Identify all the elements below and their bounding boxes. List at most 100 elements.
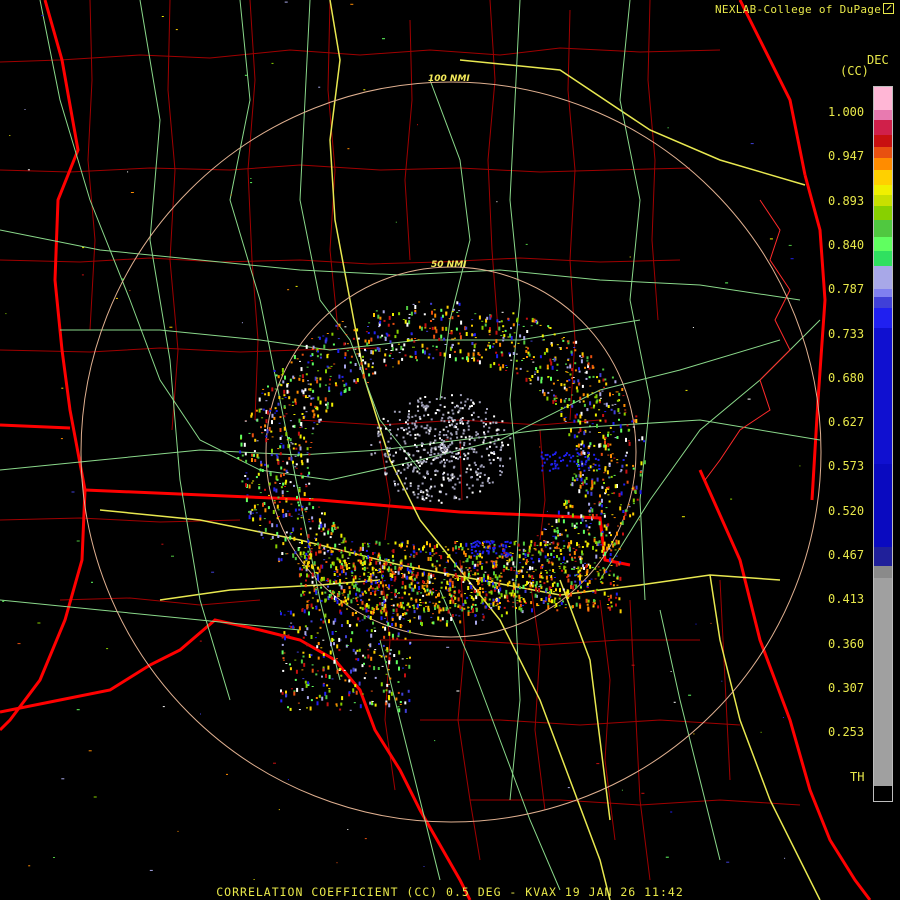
echo-pixel	[489, 445, 491, 448]
echo-pixel	[580, 477, 583, 482]
echo-pixel	[560, 553, 563, 555]
echo-pixel	[313, 413, 316, 417]
echo-pixel	[405, 664, 408, 666]
echo-pixel	[397, 428, 399, 431]
echo-pixel	[300, 517, 303, 519]
echo-pixel	[489, 318, 492, 320]
echo-pixel	[277, 448, 280, 450]
echo-pixel	[445, 571, 448, 573]
echo-pixel	[302, 390, 305, 395]
echo-pixel	[620, 504, 622, 506]
echo-pixel	[332, 581, 335, 583]
echo-pixel	[600, 532, 603, 537]
echo-pixel	[607, 595, 610, 597]
echo-pixel	[244, 475, 247, 477]
echo-pixel	[540, 451, 543, 454]
echo-pixel	[574, 580, 577, 583]
echo-pixel	[564, 398, 567, 400]
echo-pixel	[268, 494, 270, 496]
echo-pixel	[344, 546, 347, 551]
echo-pixel	[509, 437, 512, 440]
echo-pixel	[377, 554, 380, 557]
echo-pixel	[493, 442, 496, 445]
echo-pixel	[543, 461, 546, 464]
echo-pixel	[424, 396, 427, 398]
echo-pixel	[416, 581, 419, 584]
echo-pixel	[471, 404, 473, 407]
echo-pixel	[555, 519, 558, 524]
echo-pixel	[603, 444, 606, 448]
echo-pixel	[425, 593, 428, 596]
echo-pixel	[541, 464, 544, 467]
echo-pixel	[491, 481, 494, 484]
echo-pixel	[333, 573, 336, 576]
echo-pixel	[609, 553, 612, 556]
echo-pixel	[502, 339, 505, 342]
echo-pixel	[306, 466, 309, 469]
echo-pixel	[575, 526, 578, 529]
echo-pixel	[258, 486, 261, 490]
echo-pixel	[397, 568, 400, 572]
echo-pixel	[530, 540, 533, 544]
echo-pixel	[300, 527, 303, 530]
echo-pixel	[348, 691, 351, 695]
echo-pixel	[415, 446, 418, 448]
echo-pixel	[457, 342, 460, 345]
echo-pixel	[571, 522, 574, 527]
echo-pixel	[344, 596, 347, 599]
echo-pixel	[530, 325, 533, 327]
echo-pixel	[569, 553, 571, 556]
echo-pixel	[695, 623, 697, 625]
echo-pixel	[420, 425, 423, 428]
echo-pixel	[341, 624, 343, 627]
echo-pixel	[568, 454, 571, 457]
echo-pixel	[455, 614, 458, 616]
echo-pixel	[394, 571, 397, 573]
echo-pixel	[451, 338, 455, 340]
echo-pixel	[432, 357, 435, 360]
echo-pixel	[428, 353, 431, 356]
echo-pixel	[527, 569, 530, 571]
echo-pixel	[551, 343, 553, 347]
echo-pixel	[372, 362, 374, 365]
echo-pixel	[518, 554, 521, 559]
echo-pixel	[537, 604, 540, 606]
echo-pixel	[463, 429, 466, 432]
echo-pixel	[326, 543, 329, 548]
echo-pixel	[288, 404, 291, 406]
echo-pixel	[561, 338, 564, 340]
echo-pixel	[567, 574, 570, 578]
echo-pixel	[615, 562, 618, 567]
echo-pixel	[580, 443, 583, 446]
echo-pixel	[424, 601, 427, 604]
echo-pixel	[423, 405, 426, 408]
echo-pixel	[260, 531, 263, 536]
echo-pixel	[443, 568, 446, 573]
echo-pixel	[448, 420, 451, 423]
external-link-icon[interactable]	[883, 3, 895, 14]
echo-pixel	[332, 591, 335, 594]
echo-pixel	[435, 412, 437, 415]
echo-pixel	[595, 554, 598, 559]
echo-pixel	[300, 593, 303, 597]
echo-pixel	[285, 531, 288, 534]
echo-pixel	[354, 651, 357, 655]
echo-pixel	[454, 603, 457, 604]
echo-pixel	[424, 350, 426, 355]
echo-pixel	[598, 521, 601, 526]
echo-pixel	[632, 498, 635, 503]
echo-pixel	[390, 577, 393, 581]
echo-pixel	[298, 377, 301, 381]
echo-pixel	[559, 548, 562, 552]
echo-pixel	[456, 436, 459, 439]
echo-pixel	[344, 356, 346, 359]
echo-pixel	[500, 593, 503, 598]
echo-pixel	[81, 274, 84, 276]
echo-pixel	[577, 443, 580, 448]
echo-pixel	[478, 315, 481, 320]
echo-pixel	[611, 541, 614, 543]
echo-pixel	[482, 615, 485, 619]
echo-pixel	[289, 378, 292, 382]
echo-pixel	[496, 433, 499, 436]
echo-pixel	[370, 610, 373, 614]
